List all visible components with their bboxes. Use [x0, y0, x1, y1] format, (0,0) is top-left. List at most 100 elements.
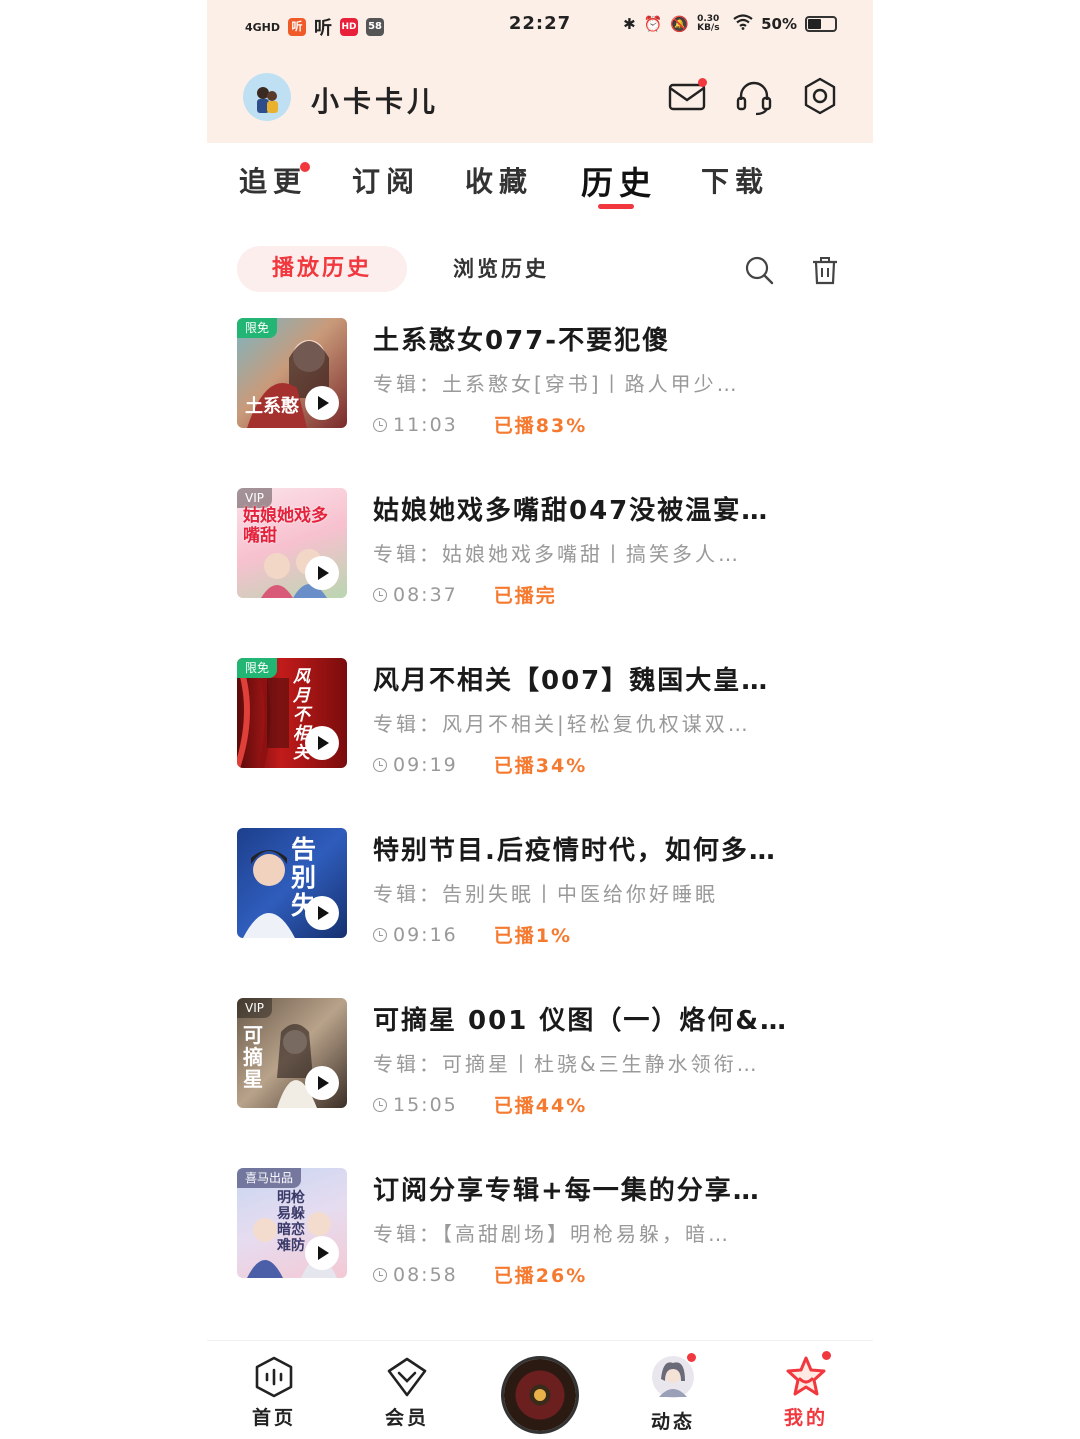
profile-icon [784, 1351, 831, 1399]
play-history-tab[interactable]: 播放历史 [237, 246, 407, 292]
browse-history-tab[interactable]: 浏览历史 [453, 246, 549, 292]
list-item[interactable]: 告别失 特别节目.后疫情时代，如何多… 专辑：告别失眠丨中医给你好睡眠 09:1… [207, 828, 873, 998]
trash-icon[interactable] [809, 254, 841, 286]
episode-duration: 09:19 [393, 753, 458, 776]
nav-label: 我的 [783, 1407, 828, 1429]
vip-badge: VIP [237, 998, 272, 1018]
home-icon [252, 1355, 296, 1399]
list-item[interactable]: 喜马出品 明枪易躲暗恋难防 订阅分享专辑+每一集的分享… 专辑：【高甜剧场】明枪… [207, 1168, 873, 1338]
bluetooth-icon: ✱ [623, 15, 636, 33]
episode-meta: 15:05 已播44% [373, 1091, 587, 1118]
vip-icon [385, 1355, 429, 1399]
tab-subscribe[interactable]: 订阅 [352, 160, 420, 200]
episode-meta: 09:16 已播1% [373, 921, 572, 948]
play-icon[interactable] [305, 386, 339, 420]
episode-meta: 08:58 已播26% [373, 1261, 587, 1288]
feed-unread-dot [687, 1353, 696, 1362]
play-history-list: 限免 土系憨 土系憨女077-不要犯傻 专辑：土系憨女[穿书]丨路人甲少… 11… [207, 318, 873, 1338]
mail-icon[interactable] [667, 76, 707, 116]
nav-label: 动态 [650, 1411, 695, 1433]
episode-title: 姑娘她戏多嘴甜047没被温宴… [373, 496, 770, 526]
nav-profile[interactable]: 我的 [761, 1351, 851, 1430]
list-item[interactable]: 限免 风月不相关 风月不相关【007】魏国大皇… 专辑：风月不相关|轻松复仇权谋… [207, 658, 873, 828]
library-tabs: 追更 订阅 收藏 历史 下载 [207, 160, 873, 220]
history-subtabs: 播放历史 浏览历史 [207, 246, 873, 294]
play-progress: 已播26% [493, 1265, 588, 1287]
nav-feed[interactable]: 动态 [628, 1353, 718, 1434]
episode-duration: 11:03 [393, 413, 458, 436]
play-progress: 已播1% [493, 925, 573, 947]
profile-header: 小卡卡儿 [207, 70, 873, 126]
play-icon[interactable] [305, 896, 339, 930]
player-disc-icon[interactable] [504, 1359, 576, 1431]
search-icon[interactable] [743, 254, 775, 286]
album-cover[interactable]: VIP 可摘星 [237, 998, 347, 1108]
bottom-navigation: 首页 会员 动态 我的 [207, 1340, 873, 1439]
network-speed: 0.30 KB/s [697, 14, 720, 33]
cover-title: 土系憨 [245, 396, 299, 417]
headphones-icon[interactable] [734, 76, 774, 116]
album-cover[interactable]: 告别失 [237, 828, 347, 938]
list-item[interactable]: 限免 土系憨 土系憨女077-不要犯傻 专辑：土系憨女[穿书]丨路人甲少… 11… [207, 318, 873, 488]
album-name: 专辑：告别失眠丨中医给你好睡眠 [373, 882, 718, 906]
episode-title: 订阅分享专辑+每一集的分享… [373, 1176, 761, 1206]
tab-active-indicator [598, 204, 634, 209]
tab-follow-dot [300, 162, 310, 172]
play-icon[interactable] [305, 556, 339, 590]
clock-icon [373, 757, 387, 772]
free-badge: 限免 [237, 658, 278, 678]
play-icon[interactable] [305, 1066, 339, 1100]
clock-icon [373, 587, 387, 602]
tab-download[interactable]: 下载 [701, 160, 769, 200]
tab-history[interactable]: 历史 [581, 158, 657, 204]
phone-screen: 4GHD 听 听 HD 58 22:27 ✱ ⏰ 🔕 0.30 KB/s 50% [207, 0, 873, 1439]
album-cover[interactable]: 限免 土系憨 [237, 318, 347, 428]
vip-badge: VIP [237, 488, 272, 508]
user-avatar[interactable] [243, 73, 291, 121]
episode-duration: 08:37 [393, 583, 458, 606]
feed-avatar-icon [651, 1353, 696, 1399]
publisher-badge: 喜马出品 [237, 1168, 302, 1188]
tab-favorites[interactable]: 收藏 [465, 160, 533, 200]
album-cover[interactable]: 限免 风月不相关 [237, 658, 347, 768]
album-name: 专辑：姑娘她戏多嘴甜丨搞笑多人… [373, 542, 741, 566]
battery-percent: 50% [761, 15, 797, 33]
alarm-icon: ⏰ [643, 15, 663, 33]
album-name: 专辑：土系憨女[穿书]丨路人甲少… [373, 372, 740, 396]
nav-label: 会员 [384, 1407, 429, 1429]
play-progress: 已播83% [493, 415, 588, 437]
cover-title: 可摘星 [243, 1023, 263, 1091]
episode-title: 可摘星 001 仪图（一）烙何&… [373, 1006, 789, 1036]
album-name: 专辑：风月不相关|轻松复仇权谋双… [373, 712, 751, 736]
play-icon[interactable] [305, 726, 339, 760]
play-progress: 已播34% [493, 755, 588, 777]
nav-vip[interactable]: 会员 [362, 1355, 452, 1430]
profile-unread-dot [822, 1351, 831, 1360]
list-item[interactable]: VIP 可摘星 可摘星 001 仪图（一）烙何&… 专辑：可摘星丨杜骁&三生静水… [207, 998, 873, 1168]
mail-unread-dot [698, 78, 707, 87]
battery-icon [805, 16, 837, 32]
play-icon[interactable] [305, 1236, 339, 1270]
album-cover[interactable]: VIP 姑娘她戏多嘴甜 [237, 488, 347, 598]
clock-icon [373, 1267, 387, 1282]
episode-meta: 11:03 已播83% [373, 411, 587, 438]
album-name: 专辑：【高甜剧场】明枪易躲，暗… [373, 1222, 731, 1246]
play-progress: 已播完 [493, 585, 557, 607]
status-bar: 4GHD 听 听 HD 58 22:27 ✱ ⏰ 🔕 0.30 KB/s 50% [207, 0, 873, 50]
tab-follow[interactable]: 追更 [239, 160, 307, 200]
episode-meta: 09:19 已播34% [373, 751, 587, 778]
episode-title: 风月不相关【007】魏国大皇… [373, 666, 770, 696]
clock-icon [373, 417, 387, 432]
clock-icon [373, 1097, 387, 1112]
episode-duration: 15:05 [393, 1093, 458, 1116]
wifi-icon [733, 14, 753, 34]
episode-meta: 08:37 已播完 [373, 581, 557, 608]
play-progress: 已播44% [493, 1095, 588, 1117]
nav-home[interactable]: 首页 [229, 1355, 319, 1430]
album-name: 专辑：可摘星丨杜骁&三生静水领衔… [373, 1052, 760, 1076]
cover-title: 姑娘她戏多嘴甜 [243, 506, 328, 546]
settings-icon[interactable] [800, 76, 840, 116]
episode-title: 土系憨女077-不要犯傻 [373, 326, 671, 356]
album-cover[interactable]: 喜马出品 明枪易躲暗恋难防 [237, 1168, 347, 1278]
list-item[interactable]: VIP 姑娘她戏多嘴甜 姑娘她戏多嘴甜047没被温宴… 专辑：姑娘她戏多嘴甜丨搞… [207, 488, 873, 658]
